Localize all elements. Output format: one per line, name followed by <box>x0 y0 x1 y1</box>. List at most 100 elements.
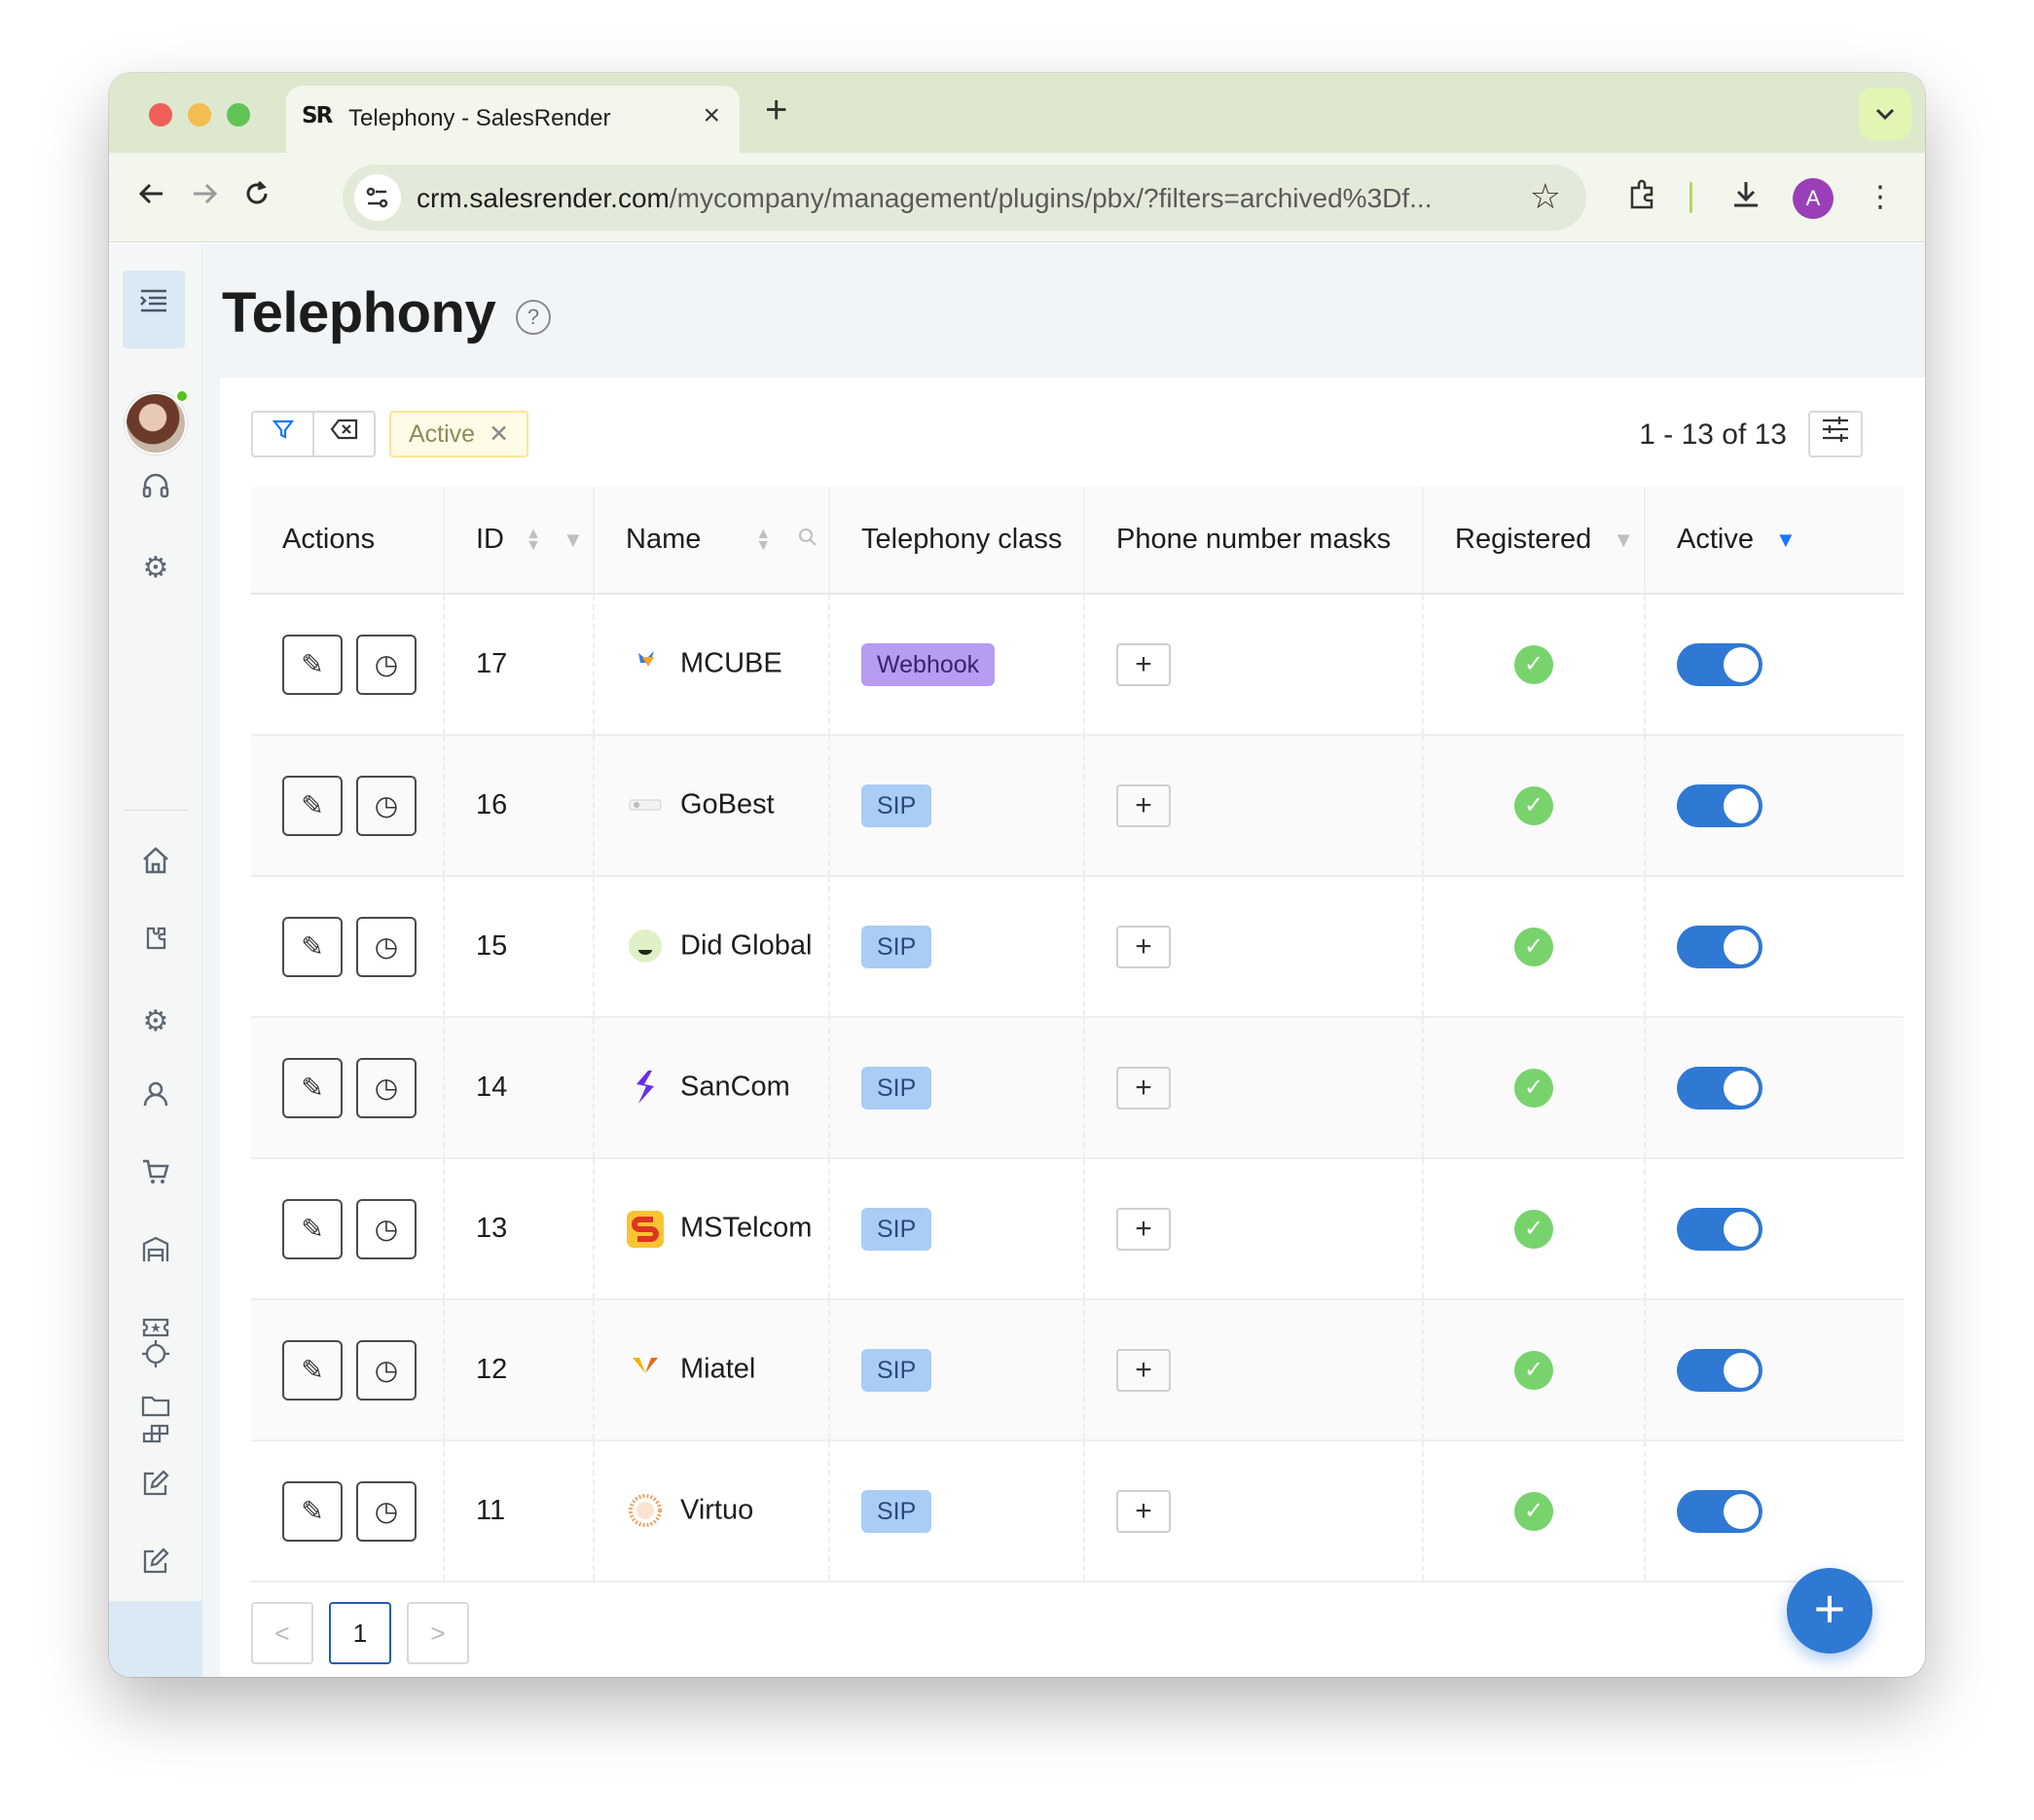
sort-icon[interactable]: ▲ ▼ <box>526 527 541 554</box>
name-search-icon[interactable] <box>798 528 817 553</box>
edit-document-icon[interactable] <box>130 1546 181 1588</box>
history-clock-icon[interactable]: ◷ <box>356 775 417 836</box>
active-toggle[interactable] <box>1677 642 1762 686</box>
filter-button-group <box>251 411 376 457</box>
column-registered[interactable]: Registered ▼ <box>1423 487 1646 595</box>
column-name[interactable]: Name ▲ ▼ <box>594 487 830 595</box>
back-arrow-icon[interactable] <box>130 176 173 219</box>
edit-pencil-icon[interactable]: ✎ <box>282 916 343 977</box>
add-mask-button[interactable]: + <box>1116 1348 1171 1392</box>
add-mask-button[interactable]: + <box>1116 642 1171 686</box>
history-clock-icon[interactable]: ◷ <box>356 634 417 695</box>
filter-funnel-icon[interactable] <box>253 413 314 455</box>
edit-pencil-icon[interactable]: ✎ <box>282 1057 343 1118</box>
add-mask-button[interactable]: + <box>1116 925 1171 968</box>
id-filter-icon[interactable]: ▼ <box>563 528 584 553</box>
collapse-menu-icon[interactable] <box>123 271 185 348</box>
close-window-button[interactable] <box>149 103 172 127</box>
column-settings-icon[interactable] <box>1808 411 1863 457</box>
add-mask-button[interactable]: + <box>1116 1207 1171 1251</box>
column-label: Name <box>626 524 702 555</box>
active-toggle[interactable] <box>1677 1066 1762 1110</box>
user-icon[interactable] <box>130 1078 181 1121</box>
column-active[interactable]: Active ▼ <box>1645 487 1904 595</box>
edit-pencil-icon[interactable]: ✎ <box>282 1339 343 1401</box>
sidebar-divider <box>123 810 187 811</box>
history-clock-icon[interactable]: ◷ <box>356 1480 417 1542</box>
id-cell: 11 <box>444 1440 595 1583</box>
edit-pencil-icon[interactable]: ✎ <box>282 1198 343 1259</box>
active-cell <box>1645 735 1904 877</box>
page-1-button[interactable]: 1 <box>329 1602 391 1664</box>
edit-pencil-icon[interactable]: ✎ <box>282 775 343 836</box>
settings-gear-icon[interactable]: ⚙ <box>130 547 181 590</box>
column-id[interactable]: ID ▲ ▼ ▼ <box>444 487 595 595</box>
help-question-icon[interactable]: ? <box>516 300 551 335</box>
minimize-window-button[interactable] <box>188 103 211 127</box>
history-clock-icon[interactable]: ◷ <box>356 1339 417 1401</box>
actions-cell: ✎ ◷ <box>251 735 445 877</box>
profile-avatar[interactable]: A <box>1793 178 1834 219</box>
history-clock-icon[interactable]: ◷ <box>356 1198 417 1259</box>
id-cell: 16 <box>444 735 595 877</box>
tab-close-icon[interactable]: × <box>703 99 720 132</box>
forward-arrow-icon[interactable] <box>183 176 226 219</box>
edit-pencil-icon[interactable]: ✎ <box>282 1480 343 1542</box>
prev-page-button[interactable]: < <box>251 1602 313 1664</box>
warehouse-icon[interactable] <box>130 1234 181 1277</box>
target-icon[interactable] <box>130 1338 181 1381</box>
browser-tab[interactable]: SR Telephony - SalesRender × <box>286 86 740 153</box>
download-icon[interactable] <box>1726 178 1765 217</box>
column-label: Telephony class <box>861 524 1063 555</box>
chip-close-icon[interactable]: ✕ <box>489 420 509 448</box>
plugins-puzzle-icon[interactable] <box>130 923 181 965</box>
telephony-plugins-icon[interactable] <box>130 1418 181 1461</box>
actions-cell: ✎ ◷ <box>251 1017 445 1159</box>
active-toggle[interactable] <box>1677 1207 1762 1251</box>
app-sidebar: ⚙ ⚙ <box>109 243 202 1677</box>
actions-cell: ✎ ◷ <box>251 1299 445 1441</box>
history-clock-icon[interactable]: ◷ <box>356 1057 417 1118</box>
class-badge: SIP <box>861 783 932 827</box>
add-plugin-button[interactable]: + <box>1787 1568 1872 1654</box>
actions-cell: ✎ ◷ <box>251 876 445 1018</box>
masks-cell: + <box>1084 1158 1424 1300</box>
active-toggle[interactable] <box>1677 783 1762 827</box>
provider-name: Miatel <box>680 1353 756 1385</box>
tab-search-chevron-icon[interactable] <box>1859 88 1911 140</box>
reload-icon[interactable] <box>236 176 278 219</box>
url-host: crm.salesrender.com <box>417 183 670 213</box>
add-mask-button[interactable]: + <box>1116 1066 1171 1110</box>
edit-pencil-icon[interactable]: ✎ <box>282 634 343 695</box>
bookmark-star-icon[interactable]: ☆ <box>1530 176 1561 217</box>
new-tab-icon[interactable]: + <box>765 89 787 132</box>
masks-cell: + <box>1084 735 1424 877</box>
sort-icon[interactable]: ▲ ▼ <box>755 527 771 554</box>
cart-icon[interactable] <box>130 1156 181 1199</box>
maximize-window-button[interactable] <box>227 103 250 127</box>
add-mask-button[interactable]: + <box>1116 1489 1171 1533</box>
gear-icon[interactable]: ⚙ <box>130 1001 181 1043</box>
active-toggle[interactable] <box>1677 925 1762 968</box>
extensions-icon[interactable] <box>1623 178 1662 217</box>
class-cell: SIP <box>829 1299 1085 1441</box>
history-clock-icon[interactable]: ◷ <box>356 916 417 977</box>
active-toggle[interactable] <box>1677 1348 1762 1392</box>
clear-filters-icon[interactable] <box>314 413 374 455</box>
next-page-button[interactable]: > <box>407 1602 469 1664</box>
table-row: ✎ ◷ 14 SanCom SIP + ✓ <box>251 1017 1904 1159</box>
browser-menu-icon[interactable]: ⋮ <box>1861 178 1900 217</box>
home-icon[interactable] <box>130 845 181 888</box>
site-settings-icon[interactable] <box>354 174 401 221</box>
column-label: Active <box>1677 524 1754 555</box>
active-filter-chip[interactable]: Active ✕ <box>389 411 529 457</box>
add-mask-button[interactable]: + <box>1116 783 1171 827</box>
address-bar[interactable]: crm.salesrender.com/mycompany/management… <box>343 164 1586 231</box>
pagination-bar: < 1 > <box>220 1594 1925 1677</box>
headset-icon[interactable] <box>130 470 181 513</box>
active-filter-icon[interactable]: ▼ <box>1775 528 1797 553</box>
registered-filter-icon[interactable]: ▼ <box>1613 528 1634 553</box>
edit-form-icon[interactable] <box>130 1468 181 1511</box>
active-toggle[interactable] <box>1677 1489 1762 1533</box>
class-badge: SIP <box>861 1207 932 1251</box>
